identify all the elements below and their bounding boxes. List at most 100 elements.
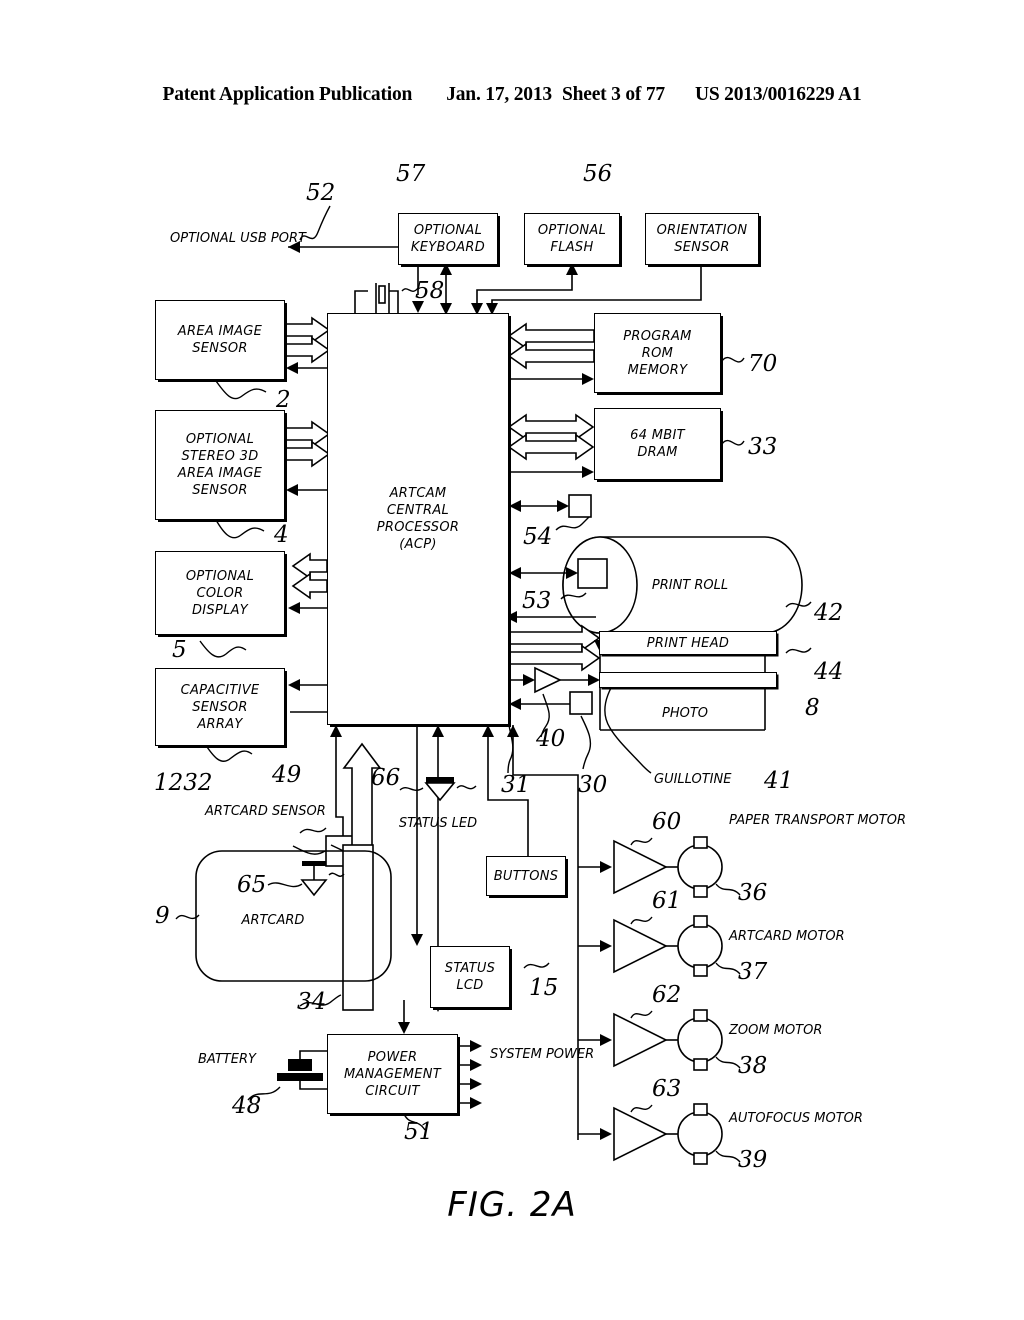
arrowhead-amp40-in — [523, 674, 535, 686]
leader-49 — [299, 827, 327, 834]
ref-41: 41 — [764, 768, 794, 794]
arrowhead-motor-bus-up — [507, 725, 519, 737]
arrowhead-buttons-up — [482, 725, 494, 737]
leader-37 — [715, 962, 741, 975]
arrowhead-syspower-1 — [470, 1040, 482, 1052]
driver-60 — [613, 839, 668, 895]
driver-63 — [613, 1106, 668, 1162]
photo-label: PHOTO — [661, 706, 709, 721]
leader-led-left-squiggle — [399, 787, 424, 791]
stereo-3d-area-image-sensor-block: OPTIONAL STEREO 3D AREA IMAGE SENSOR — [155, 410, 285, 520]
leader-53 — [560, 592, 587, 600]
leader-63 — [630, 1104, 653, 1113]
arrowhead-area-sensor-return — [286, 362, 298, 374]
print-roll-label: PRINT ROLL — [651, 578, 729, 593]
capacitive-sensor-array-block: CAPACITIVE SENSOR ARRAY — [155, 668, 285, 746]
motor-36-term-bottom — [693, 885, 708, 898]
motor-38-term-top — [693, 1009, 708, 1022]
led-triangle — [424, 782, 456, 802]
artcard-slot — [342, 844, 374, 1011]
driver-61 — [613, 918, 668, 974]
chip-53 — [577, 558, 608, 589]
page-header: Patent Application Publication Jan. 17, 2… — [0, 84, 1024, 106]
motor-36 — [677, 844, 723, 890]
arrowhead-syspower-4 — [470, 1097, 482, 1109]
buttons-block: BUTTONS — [486, 856, 566, 896]
status-lcd-block: STATUS LCD — [430, 946, 510, 1008]
leader-30 — [580, 715, 592, 770]
led-bar — [426, 777, 454, 783]
ref-39: 39 — [738, 1147, 768, 1173]
ref-56: 56 — [583, 161, 613, 187]
leader-2 — [215, 380, 267, 400]
arrowhead-53-left — [509, 567, 521, 579]
ref-38: 38 — [738, 1053, 768, 1079]
ref-66: 66 — [371, 765, 401, 791]
sym58-right-bracket — [389, 290, 399, 313]
chip-30 — [569, 691, 593, 715]
ref-9: 9 — [155, 903, 170, 929]
arrowhead-artcard-sensor — [330, 725, 342, 737]
artcard-motor-label: ARTCARD MOTOR — [729, 929, 845, 944]
leader-led-right-squiggle — [456, 785, 477, 790]
ref-70: 70 — [748, 351, 778, 377]
leader-artcard-sensor-label — [292, 845, 326, 855]
arrowhead-syspower-2 — [470, 1059, 482, 1071]
ref-44: 44 — [814, 659, 844, 685]
ref-42: 42 — [814, 600, 844, 626]
ref-53: 53 — [522, 588, 552, 614]
ref-31: 31 — [501, 772, 531, 798]
ref-65: 65 — [237, 872, 267, 898]
arrowhead-motor-2 — [600, 940, 612, 952]
motor-39-term-bottom — [693, 1152, 708, 1165]
ref-40: 40 — [536, 726, 566, 752]
bus-rom-1 — [507, 322, 595, 350]
leader-31 — [507, 724, 514, 774]
orientation-sensor-block: ORIENTATION SENSOR — [645, 213, 759, 265]
artcard-label: ARTCARD — [241, 913, 305, 928]
optional-keyboard-block: OPTIONAL KEYBOARD — [398, 213, 498, 265]
leader-60 — [630, 837, 653, 846]
leader-42 — [785, 601, 812, 608]
leader-61 — [630, 916, 653, 925]
arrowhead-status-led-up — [432, 725, 444, 737]
ref-37: 37 — [738, 959, 768, 985]
driver-62 — [613, 1012, 668, 1068]
header-patent-number: US 2013/0016229 A1 — [694, 84, 862, 105]
leader-4 — [215, 519, 265, 539]
arrowhead-54-left — [509, 500, 521, 512]
ref-61: 61 — [652, 888, 682, 914]
bus-stereo-sensor-2 — [283, 440, 331, 468]
bus-rom-2 — [507, 342, 595, 370]
motor-38-term-bottom — [693, 1058, 708, 1071]
sym58-left-bracket — [354, 290, 368, 313]
ref-51: 51 — [404, 1119, 434, 1145]
motor-39 — [677, 1111, 723, 1157]
program-rom-memory-block: PROGRAM ROM MEMORY — [594, 313, 721, 393]
battery-plate-short — [288, 1059, 312, 1071]
leader-33 — [721, 439, 745, 446]
bus-area-sensor-2 — [283, 336, 331, 364]
leader-62 — [630, 1010, 653, 1019]
leader-1232 — [204, 743, 253, 762]
header-sheet: Sheet 3 of 77 — [561, 84, 665, 105]
motor-37-term-bottom — [693, 964, 708, 977]
motor-37 — [677, 923, 723, 969]
ref-30: 30 — [578, 772, 608, 798]
optional-usb-port-label: OPTIONAL USB PORT — [170, 231, 306, 246]
leader-54 — [555, 516, 590, 531]
bus-area-sensor-1 — [283, 316, 331, 344]
arrowhead-stereo-return — [286, 484, 298, 496]
arrowhead-display-3 — [288, 602, 300, 614]
patent-figure-page: Patent Application Publication Jan. 17, 2… — [0, 0, 1024, 1320]
ref-36: 36 — [738, 880, 768, 906]
battery-plate-long — [277, 1073, 323, 1081]
arrowhead-dram-ctrl — [582, 466, 594, 478]
motor-37-term-top — [693, 915, 708, 928]
arrowhead-rom-write — [582, 373, 594, 385]
ref-8: 8 — [805, 695, 820, 721]
motor-39-term-top — [693, 1103, 708, 1116]
arrowhead-motor-4 — [600, 1128, 612, 1140]
wire-artcard-sensor-line — [335, 725, 344, 843]
arrowhead-motor-3 — [600, 1034, 612, 1046]
